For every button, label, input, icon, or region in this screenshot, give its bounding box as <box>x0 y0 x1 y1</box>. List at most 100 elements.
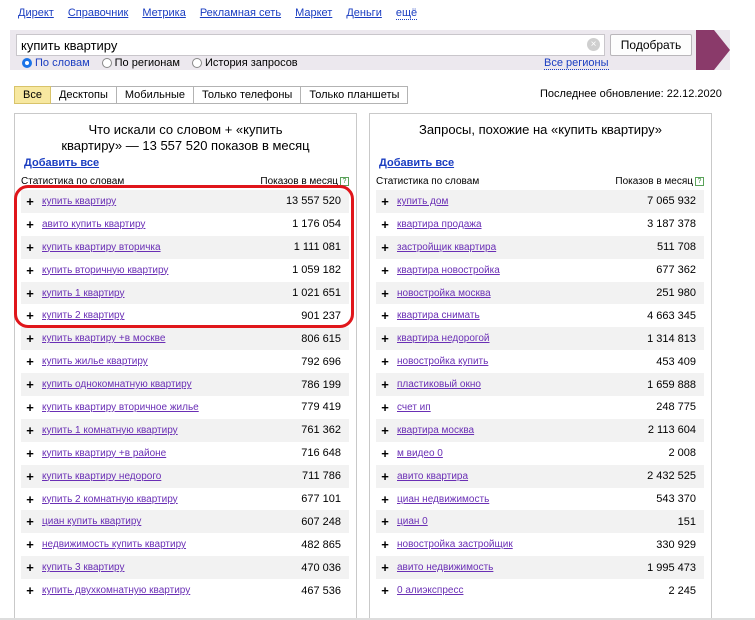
keyword-link[interactable]: квартира снимать <box>397 310 647 321</box>
keyword-link[interactable]: циан недвижимость <box>397 494 656 505</box>
add-plus-icon[interactable]: + <box>21 263 39 278</box>
add-plus-icon[interactable]: + <box>376 377 394 392</box>
keyword-link[interactable]: купить квартиру недорого <box>42 471 302 482</box>
tab-desktops[interactable]: Десктопы <box>50 86 117 104</box>
keyword-link[interactable]: авито купить квартиру <box>42 219 292 230</box>
add-all-link[interactable]: Добавить все <box>379 157 454 169</box>
nav-reference[interactable]: Справочник <box>68 7 129 20</box>
keyword-link[interactable]: купить дом <box>397 196 647 207</box>
add-plus-icon[interactable]: + <box>21 400 39 415</box>
add-plus-icon[interactable]: + <box>21 354 39 369</box>
add-plus-icon[interactable]: + <box>21 286 39 301</box>
add-plus-icon[interactable]: + <box>21 560 39 575</box>
pick-button[interactable]: Подобрать <box>610 34 692 56</box>
add-plus-icon[interactable]: + <box>376 240 394 255</box>
keyword-link[interactable]: авито квартира <box>397 471 647 482</box>
keyword-link[interactable]: квартира недорогой <box>397 333 647 344</box>
keyword-link[interactable]: купить 1 комнатную квартиру <box>42 425 301 436</box>
add-plus-icon[interactable]: + <box>376 492 394 507</box>
add-plus-icon[interactable]: + <box>21 492 39 507</box>
keyword-link[interactable]: купить 3 квартиру <box>42 562 301 573</box>
keyword-link[interactable]: купить вторичную квартиру <box>42 265 292 276</box>
add-plus-icon[interactable]: + <box>376 308 394 323</box>
keyword-link[interactable]: купить квартиру +в районе <box>42 448 301 459</box>
nav-market[interactable]: Маркет <box>295 7 332 20</box>
keyword-link[interactable]: застройщик квартира <box>397 242 657 253</box>
table-row: + авито недвижимость 1 995 473 <box>376 556 704 580</box>
add-plus-icon[interactable]: + <box>21 423 39 438</box>
keyword-link[interactable]: квартира новостройка <box>397 265 656 276</box>
tab-all[interactable]: Все <box>14 86 51 104</box>
keyword-link[interactable]: циан купить квартиру <box>42 516 301 527</box>
add-plus-icon[interactable]: + <box>21 240 39 255</box>
add-plus-icon[interactable]: + <box>21 514 39 529</box>
nav-metrika[interactable]: Метрика <box>142 7 186 20</box>
add-plus-icon[interactable]: + <box>376 400 394 415</box>
search-input[interactable]: купить квартиру <box>16 34 605 56</box>
add-plus-icon[interactable]: + <box>21 446 39 461</box>
add-plus-icon[interactable]: + <box>376 194 394 209</box>
keyword-link[interactable]: новостройка застройщик <box>397 539 656 550</box>
nav-ad-network[interactable]: Рекламная сеть <box>200 7 281 20</box>
add-plus-icon[interactable]: + <box>21 308 39 323</box>
radio-by-words[interactable]: По словам <box>22 57 90 69</box>
keyword-link[interactable]: авито недвижимость <box>397 562 647 573</box>
keyword-link[interactable]: недвижимость купить квартиру <box>42 539 301 550</box>
keyword-link[interactable]: квартира продажа <box>397 219 647 230</box>
all-regions-link[interactable]: Все регионы <box>544 57 609 70</box>
add-plus-icon[interactable]: + <box>376 514 394 529</box>
keyword-link[interactable]: купить двухкомнатную квартиру <box>42 585 301 596</box>
keyword-link[interactable]: купить квартиру +в москве <box>42 333 301 344</box>
keyword-link[interactable]: м видео 0 <box>397 448 668 459</box>
add-plus-icon[interactable]: + <box>21 469 39 484</box>
impressions-count: 1 111 081 <box>293 241 341 254</box>
add-all-link[interactable]: Добавить все <box>24 157 99 169</box>
add-plus-icon[interactable]: + <box>376 217 394 232</box>
keyword-link[interactable]: купить квартиру вторичное жилье <box>42 402 301 413</box>
impressions-count: 3 187 378 <box>647 218 696 231</box>
add-plus-icon[interactable]: + <box>21 331 39 346</box>
table-row: + купить 1 квартиру 1 021 651 <box>21 281 349 305</box>
add-plus-icon[interactable]: + <box>21 583 39 598</box>
keyword-link[interactable]: 0 алиэкспресс <box>397 585 668 596</box>
keyword-link[interactable]: пластиковый окно <box>397 379 647 390</box>
help-icon[interactable]: ? <box>695 177 704 186</box>
keyword-link[interactable]: купить 2 комнатную квартиру <box>42 494 301 505</box>
add-plus-icon[interactable]: + <box>21 377 39 392</box>
add-plus-icon[interactable]: + <box>376 331 394 346</box>
keyword-link[interactable]: квартира москва <box>397 425 648 436</box>
radio-query-history[interactable]: История запросов <box>192 57 298 69</box>
add-plus-icon[interactable]: + <box>21 217 39 232</box>
keyword-link[interactable]: купить однокомнатную квартиру <box>42 379 301 390</box>
keyword-link[interactable]: счет ип <box>397 402 656 413</box>
keyword-link[interactable]: новостройка купить <box>397 356 656 367</box>
add-plus-icon[interactable]: + <box>376 446 394 461</box>
add-plus-icon[interactable]: + <box>376 263 394 278</box>
nav-money[interactable]: Деньги <box>346 7 382 20</box>
tab-phones-only[interactable]: Только телефоны <box>193 86 302 104</box>
tab-mobile[interactable]: Мобильные <box>116 86 194 104</box>
keyword-link[interactable]: купить квартиру вторичка <box>42 242 294 253</box>
nav-direct[interactable]: Директ <box>18 7 54 20</box>
search-band: купить квартиру × Подобрать По словам По… <box>0 30 755 70</box>
nav-more[interactable]: ещё <box>395 7 418 20</box>
add-plus-icon[interactable]: + <box>21 537 39 552</box>
add-plus-icon[interactable]: + <box>376 469 394 484</box>
keyword-link[interactable]: купить жилье квартиру <box>42 356 301 367</box>
tab-tablets-only[interactable]: Только планшеты <box>301 86 409 104</box>
help-icon[interactable]: ? <box>340 177 349 186</box>
add-plus-icon[interactable]: + <box>21 194 39 209</box>
add-plus-icon[interactable]: + <box>376 560 394 575</box>
add-plus-icon[interactable]: + <box>376 583 394 598</box>
add-plus-icon[interactable]: + <box>376 286 394 301</box>
keyword-link[interactable]: купить квартиру <box>42 196 286 207</box>
keyword-link[interactable]: циан 0 <box>397 516 678 527</box>
add-plus-icon[interactable]: + <box>376 423 394 438</box>
keyword-link[interactable]: новостройка москва <box>397 288 656 299</box>
keyword-link[interactable]: купить 1 квартиру <box>42 288 292 299</box>
add-plus-icon[interactable]: + <box>376 354 394 369</box>
clear-icon[interactable]: × <box>587 38 600 51</box>
add-plus-icon[interactable]: + <box>376 537 394 552</box>
radio-by-regions[interactable]: По регионам <box>101 57 180 69</box>
keyword-link[interactable]: купить 2 квартиру <box>42 310 301 321</box>
